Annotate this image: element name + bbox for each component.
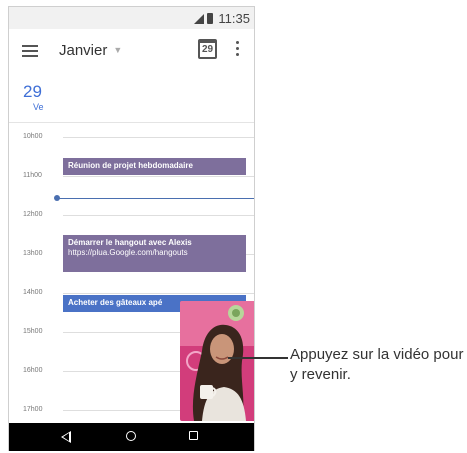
chevron-down-icon: ▼	[113, 45, 123, 55]
recents-icon[interactable]	[189, 431, 198, 440]
menu-icon[interactable]	[22, 45, 38, 57]
hour-label: 14h00	[23, 289, 43, 296]
month-label: Janvier	[59, 42, 108, 59]
callout-text: Appuyez sur la vidéo pour y revenir.	[290, 346, 464, 383]
video-pip-icon	[180, 301, 254, 421]
hour-label: 11h00	[23, 172, 42, 179]
phone-screen: 11:35 Janvier ▼ 29 29 Ve 10h00 11h00 12h0…	[8, 6, 255, 451]
signal-icon	[194, 13, 205, 24]
day-name: Ve	[33, 102, 44, 112]
callout-pointer	[228, 357, 288, 359]
current-time-indicator	[54, 195, 254, 201]
event-link[interactable]: https://plua.Google.com/hangouts	[68, 248, 188, 257]
today-icon-number: 29	[201, 44, 214, 55]
hour-label: 10h00	[23, 133, 43, 140]
back-icon[interactable]	[61, 431, 71, 443]
more-vert-icon[interactable]	[236, 41, 240, 59]
month-selector[interactable]: Janvier ▼	[59, 42, 122, 59]
event-weekly-meeting[interactable]: Réunion de projet hebdomadaire	[63, 158, 246, 175]
event-title: Acheter des gâteaux apé	[68, 298, 163, 307]
status-time: 11:35	[218, 11, 250, 26]
video-pip-window[interactable]	[180, 301, 254, 421]
hour-label: 13h00	[23, 250, 43, 257]
hour-divider	[63, 176, 254, 177]
hour-label: 15h00	[23, 328, 43, 335]
hour-divider	[63, 137, 254, 138]
hour-label: 12h00	[23, 211, 43, 218]
battery-icon	[207, 13, 214, 24]
system-nav-bar	[9, 423, 254, 451]
hour-divider	[63, 215, 254, 216]
day-number: 29	[23, 82, 42, 101]
home-icon[interactable]	[126, 431, 136, 441]
app-bar: Janvier ▼ 29	[9, 29, 254, 75]
event-title: Réunion de projet hebdomadaire	[68, 161, 193, 170]
calendar-today-icon[interactable]: 29	[198, 39, 217, 59]
event-title: Démarrer le hangout avec Alexis	[68, 238, 192, 247]
current-time-dot	[54, 195, 60, 201]
status-bar: 11:35	[9, 7, 254, 30]
event-hangout[interactable]: Démarrer le hangout avec Alexis https://…	[63, 235, 246, 272]
hour-label: 16h00	[23, 367, 43, 374]
day-header[interactable]: 29 Ve	[9, 74, 254, 123]
hour-label: 17h00	[23, 406, 43, 413]
hour-divider	[63, 293, 254, 294]
